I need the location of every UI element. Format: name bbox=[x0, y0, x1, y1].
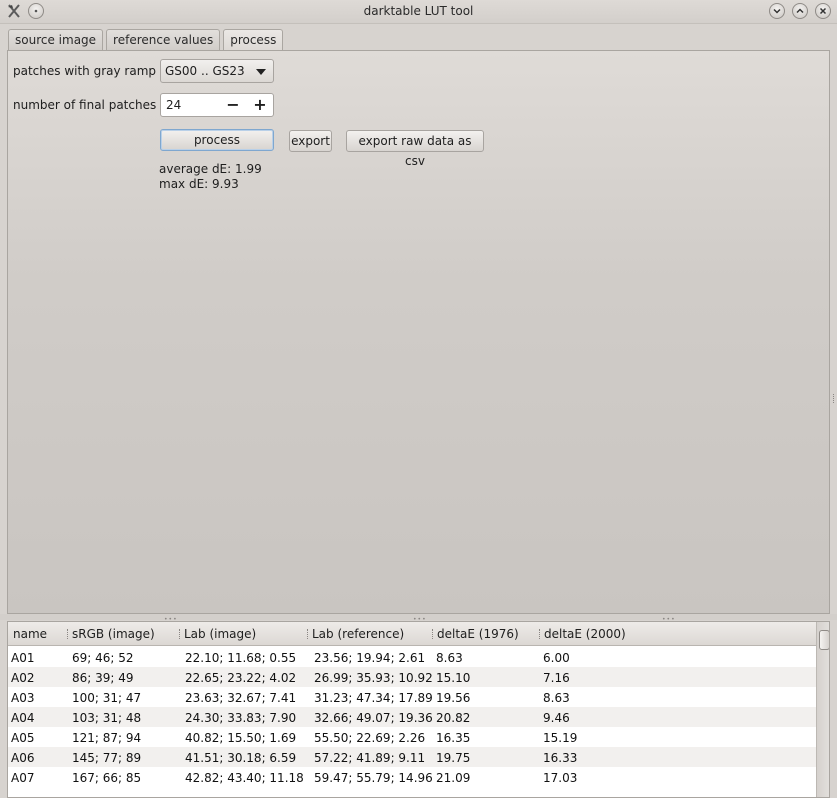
final-patches-value[interactable]: 24 bbox=[166, 98, 181, 112]
export-csv-button[interactable]: export raw data as csv bbox=[346, 130, 484, 168]
column-header-lab-image[interactable]: Lab (image) bbox=[179, 627, 256, 641]
max-de-text: max dE: 9.93 bbox=[159, 177, 239, 191]
table-cell: A05 bbox=[11, 731, 35, 745]
table-cell: 23.56; 19.94; 2.61 bbox=[314, 651, 426, 665]
table-row[interactable]: A07 167; 66; 85 42.82; 43.40; 11.18 59.47; … bbox=[8, 767, 816, 787]
table-row[interactable]: A04 103; 31; 48 24.30; 33.83; 7.90 32.66; 4… bbox=[8, 707, 816, 727]
table-cell: 17.03 bbox=[543, 771, 578, 785]
table-cell: 100; 31; 47 bbox=[72, 691, 142, 705]
table-cell: A02 bbox=[11, 671, 35, 685]
table-cell: A07 bbox=[11, 771, 35, 785]
column-header-deltae-1976[interactable]: deltaE (1976) bbox=[432, 627, 519, 641]
table-vertical-scrollbar[interactable] bbox=[816, 622, 829, 797]
table-cell: 15.19 bbox=[543, 731, 578, 745]
table-cell: 7.16 bbox=[543, 671, 570, 685]
export-button[interactable]: export bbox=[289, 130, 332, 152]
table-row[interactable]: A06 145; 77; 89 41.51; 30.18; 6.59 57.22; 4… bbox=[8, 747, 816, 767]
chevron-up-icon bbox=[796, 8, 804, 14]
table-cell: 86; 39; 49 bbox=[72, 671, 134, 685]
resize-grip[interactable] bbox=[833, 394, 836, 403]
window-title: darktable LUT tool bbox=[363, 4, 474, 18]
tab-process[interactable]: process bbox=[223, 29, 284, 52]
table-cell: 16.33 bbox=[543, 751, 578, 765]
table-cell: 24.30; 33.83; 7.90 bbox=[185, 711, 297, 725]
tab-source-image[interactable]: source image bbox=[8, 29, 104, 51]
table-cell: 42.82; 43.40; 11.18 bbox=[185, 771, 304, 785]
table-cell: 69; 46; 52 bbox=[72, 651, 134, 665]
gray-ramp-value: GS00 .. GS23 bbox=[165, 64, 245, 78]
triangle-down-icon bbox=[256, 69, 266, 75]
table-cell: 21.09 bbox=[436, 771, 471, 785]
table-cell: 8.63 bbox=[543, 691, 570, 705]
column-header-lab-reference[interactable]: Lab (reference) bbox=[307, 627, 404, 641]
final-patches-spinbox[interactable]: 24 − + bbox=[160, 93, 274, 117]
table-cell: 59.47; 55.79; 14.96 bbox=[314, 771, 433, 785]
table-cell: 15.10 bbox=[436, 671, 471, 685]
close-icon bbox=[819, 7, 827, 15]
maximize-button[interactable] bbox=[792, 3, 808, 19]
table-cell: 57.22; 41.89; 9.11 bbox=[314, 751, 426, 765]
scrollbar-thumb[interactable] bbox=[819, 630, 829, 650]
table-cell: 19.75 bbox=[436, 751, 471, 765]
table-cell: 103; 31; 48 bbox=[72, 711, 142, 725]
pane-splitter[interactable]: ••• ••• ••• bbox=[0, 614, 837, 623]
final-patches-label: number of final patches bbox=[13, 98, 157, 112]
table-cell: 8.63 bbox=[436, 651, 463, 665]
table-cell: 22.65; 23.22; 4.02 bbox=[185, 671, 297, 685]
table-cell: 9.46 bbox=[543, 711, 570, 725]
table-cell: A01 bbox=[11, 651, 35, 665]
window-titlebar[interactable]: darktable LUT tool bbox=[0, 0, 837, 24]
column-header-deltae-2000[interactable]: deltaE (2000) bbox=[539, 627, 626, 641]
table-cell: 22.10; 11.68; 0.55 bbox=[185, 651, 297, 665]
table-cell: 16.35 bbox=[436, 731, 471, 745]
table-row[interactable]: A05 121; 87; 94 40.82; 15.50; 1.69 55.50; 2… bbox=[8, 727, 816, 747]
table-cell: 40.82; 15.50; 1.69 bbox=[185, 731, 297, 745]
table-row[interactable]: A03 100; 31; 47 23.63; 32.67; 7.41 31.23; 4… bbox=[8, 687, 816, 707]
tab-bar: source image reference values process bbox=[8, 29, 286, 52]
chevron-down-icon bbox=[773, 8, 781, 14]
close-button[interactable] bbox=[815, 3, 831, 19]
minus-icon[interactable]: − bbox=[223, 96, 243, 114]
table-row[interactable]: A02 86; 39; 49 22.65; 23.22; 4.02 26.99; 35… bbox=[8, 667, 816, 687]
table-header: name sRGB (image) Lab (image) Lab (refer… bbox=[8, 622, 816, 646]
table-cell: 23.63; 32.67; 7.41 bbox=[185, 691, 297, 705]
table-body: A01 69; 46; 52 22.10; 11.68; 0.55 23.56; 19… bbox=[8, 647, 816, 787]
table-cell: 20.82 bbox=[436, 711, 471, 725]
table-cell: 167; 66; 85 bbox=[72, 771, 142, 785]
plus-icon[interactable]: + bbox=[250, 96, 270, 114]
table-cell: 145; 77; 89 bbox=[72, 751, 142, 765]
tab-reference-values[interactable]: reference values bbox=[106, 29, 221, 51]
table-cell: 121; 87; 94 bbox=[72, 731, 142, 745]
table-cell: A04 bbox=[11, 711, 35, 725]
table-cell: A06 bbox=[11, 751, 35, 765]
process-button[interactable]: process bbox=[160, 129, 274, 151]
table-cell: 19.56 bbox=[436, 691, 471, 705]
table-cell: A03 bbox=[11, 691, 35, 705]
table-cell: 26.99; 35.93; 10.92 bbox=[314, 671, 433, 685]
table-row[interactable]: A01 69; 46; 52 22.10; 11.68; 0.55 23.56; 19… bbox=[8, 647, 816, 667]
table-cell: 55.50; 22.69; 2.26 bbox=[314, 731, 426, 745]
minimize-button[interactable] bbox=[769, 3, 785, 19]
table-cell: 41.51; 30.18; 6.59 bbox=[185, 751, 297, 765]
results-table: name sRGB (image) Lab (image) Lab (refer… bbox=[7, 621, 830, 798]
column-header-srgb-image[interactable]: sRGB (image) bbox=[67, 627, 155, 641]
table-cell: 6.00 bbox=[543, 651, 570, 665]
table-cell: 31.23; 47.34; 17.89 bbox=[314, 691, 433, 705]
gray-ramp-combobox[interactable]: GS00 .. GS23 bbox=[160, 59, 274, 83]
process-pane: patches with gray ramp GS00 .. GS23 numb… bbox=[7, 50, 830, 614]
column-header-name[interactable]: name bbox=[13, 627, 47, 641]
table-cell: 32.66; 49.07; 19.36 bbox=[314, 711, 433, 725]
average-de-text: average dE: 1.99 bbox=[159, 162, 262, 176]
gray-ramp-label: patches with gray ramp bbox=[13, 64, 157, 78]
